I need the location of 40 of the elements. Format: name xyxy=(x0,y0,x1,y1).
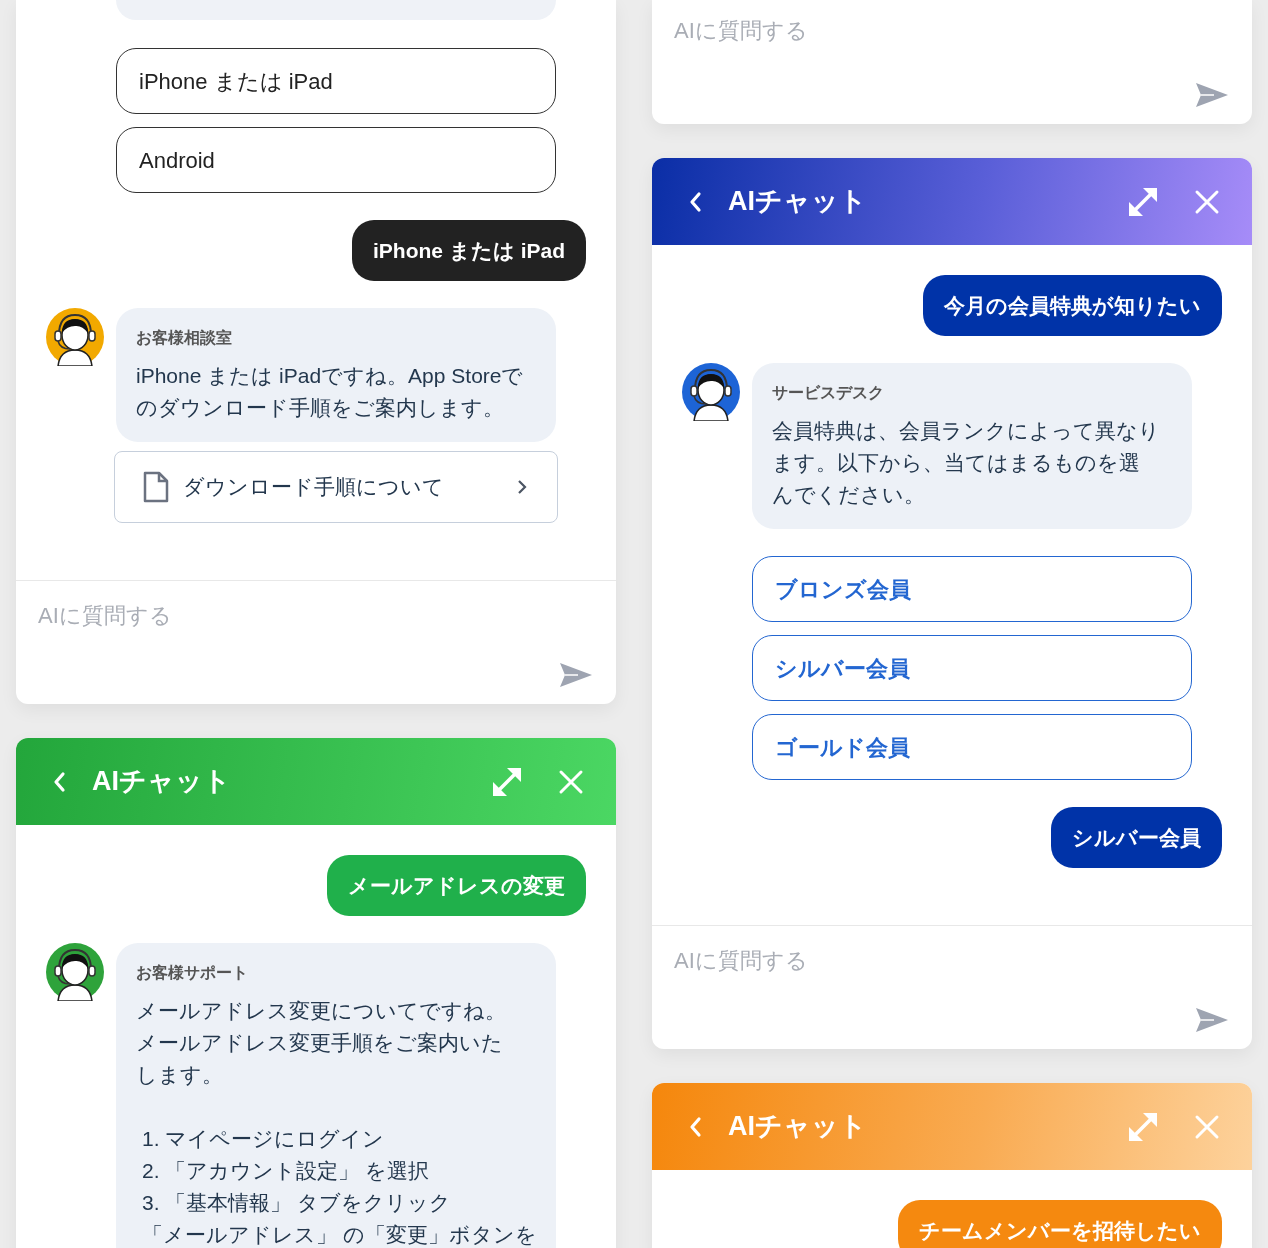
document-link[interactable]: ダウンロード手順について xyxy=(114,451,558,523)
close-button[interactable] xyxy=(558,768,584,795)
user-message: シルバー会員 xyxy=(1051,807,1222,868)
chevron-right-icon xyxy=(517,479,527,495)
send-button[interactable] xyxy=(1194,1005,1230,1035)
option-button[interactable]: シルバー会員 xyxy=(752,635,1192,701)
send-button[interactable] xyxy=(558,660,594,690)
message-text: メールアドレス変更についてですね。 xyxy=(136,998,507,1024)
close-button[interactable] xyxy=(1194,188,1220,215)
chat-title: AIチャット xyxy=(728,185,867,219)
input-field[interactable]: AIに質問する xyxy=(36,597,336,633)
step-text: 「メールアドレス」 の「変更」ボタンを xyxy=(141,1222,536,1248)
agent-avatar xyxy=(46,308,104,366)
chat-title: AIチャット xyxy=(728,1110,867,1144)
agent-avatar xyxy=(46,943,104,1001)
document-icon xyxy=(143,471,169,503)
agent-avatar xyxy=(682,363,740,421)
option-button[interactable]: ゴールド会員 xyxy=(752,714,1192,780)
chat-title: AIチャット xyxy=(92,765,231,799)
input-field[interactable]: AIに質問する xyxy=(672,12,972,48)
send-button[interactable] xyxy=(1194,80,1230,110)
input-field[interactable]: AIに質問する xyxy=(672,942,972,978)
user-message: チームメンバーを招待したい xyxy=(898,1200,1222,1248)
sender-name: お客様サポート xyxy=(136,963,249,983)
message-text: iPhone または iPadですね。App Storeでのダウンロード手順をご案内します。 xyxy=(136,363,525,421)
back-button[interactable] xyxy=(688,190,702,213)
user-message: iPhone または iPad xyxy=(351,220,586,281)
user-message: 今月の会員特典が知りたい xyxy=(923,275,1222,336)
sender-name: サービスデスク xyxy=(772,383,885,403)
message-text: 会員特典は、会員ランクによって異なります。以下から、当てはまるものを選んでください。 xyxy=(772,418,1161,508)
step-text: 2. 「アカウント設定」 を選択 xyxy=(141,1158,431,1184)
close-button[interactable] xyxy=(1194,1113,1220,1140)
option-button[interactable]: ブロンズ会員 xyxy=(752,556,1192,622)
user-message: メールアドレスの変更 xyxy=(327,855,586,916)
step-text: 3. 「基本情報」 タブをクリック xyxy=(141,1190,453,1216)
option-button[interactable]: iPhone または iPad xyxy=(116,48,556,114)
message-text: メールアドレス変更手順をご案内いたします。 xyxy=(136,1030,504,1088)
step-text: 1. マイページにログイン xyxy=(141,1126,386,1152)
sender-name: お客様相談室 xyxy=(136,328,233,348)
option-button[interactable]: Android xyxy=(116,127,556,193)
